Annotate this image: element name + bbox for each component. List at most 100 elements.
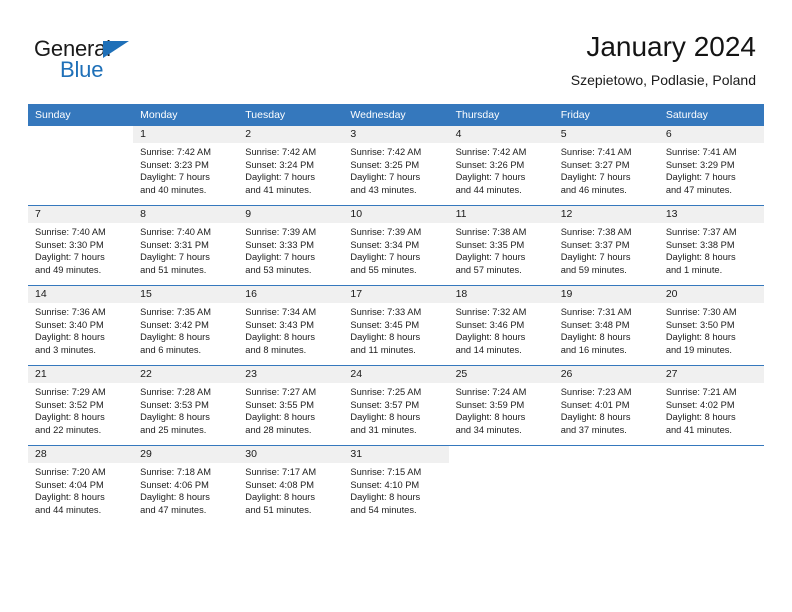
- calendar-day-cell[interactable]: 13 Sunrise: 7:37 AM Sunset: 3:38 PM Dayligh…: [658, 206, 764, 285]
- daylight-text-line1: Daylight: 7 hours: [560, 172, 631, 183]
- calendar-day-cell[interactable]: 11 Sunrise: 7:38 AM Sunset: 3:35 PM Dayligh…: [448, 206, 554, 285]
- calendar-day-cell[interactable]: 12 Sunrise: 7:38 AM Sunset: 3:37 PM Dayligh…: [553, 206, 659, 285]
- sunset-text: Sunset: 3:59 PM: [455, 399, 525, 410]
- daylight-text-line2: and 1 minute.: [665, 264, 723, 275]
- sunrise-text: Sunrise: 7:18 AM: [140, 467, 211, 477]
- calendar-day-cell[interactable]: 5 Sunrise: 7:41 AM Sunset: 3:27 PM Daylight…: [553, 126, 659, 205]
- day-details: [554, 463, 659, 466]
- calendar-day-cell[interactable]: 19 Sunrise: 7:31 AM Sunset: 3:48 PM Dayligh…: [553, 286, 659, 365]
- daylight-text-line1: Daylight: 8 hours: [35, 492, 105, 503]
- daylight-text-line2: and 59 minutes.: [560, 264, 627, 275]
- daylight-text-line2: and 41 minutes.: [665, 424, 732, 435]
- calendar-day-cell[interactable]: 27 Sunrise: 7:21 AM Sunset: 4:02 PM Dayligh…: [658, 366, 764, 445]
- daylight-text-line2: and 6 minutes.: [140, 344, 202, 355]
- sunrise-text: Sunrise: 7:31 AM: [560, 307, 632, 317]
- day-number: 15: [133, 286, 239, 303]
- daylight-text-line2: and 46 minutes.: [560, 184, 627, 195]
- day-number: 22: [133, 366, 239, 383]
- day-details: [28, 143, 133, 146]
- sunrise-text: Sunrise: 7:24 AM: [455, 387, 527, 397]
- calendar-day-cell[interactable]: 16 Sunrise: 7:34 AM Sunset: 3:43 PM Dayligh…: [238, 286, 344, 365]
- day-details: Sunrise: 7:15 AM Sunset: 4:10 PM Daylight:…: [343, 463, 448, 516]
- day-details: Sunrise: 7:35 AM Sunset: 3:42 PM Daylight:…: [133, 303, 238, 356]
- sunset-text: Sunset: 3:27 PM: [560, 159, 630, 170]
- calendar-day-cell[interactable]: 25 Sunrise: 7:24 AM Sunset: 3:59 PM Dayligh…: [448, 366, 554, 445]
- calendar-day-cell[interactable]: 24 Sunrise: 7:25 AM Sunset: 3:57 PM Dayligh…: [343, 366, 449, 445]
- calendar-empty-cell: [28, 126, 134, 205]
- day-details: Sunrise: 7:40 AM Sunset: 3:31 PM Daylight:…: [133, 223, 238, 276]
- day-cell-inner: 14 Sunrise: 7:36 AM Sunset: 3:40 PM Dayligh…: [28, 286, 134, 365]
- calendar-day-cell[interactable]: 3 Sunrise: 7:42 AM Sunset: 3:25 PM Daylight…: [343, 126, 449, 205]
- sunset-text: Sunset: 3:42 PM: [140, 319, 209, 330]
- sunset-text: Sunset: 4:06 PM: [140, 479, 209, 490]
- day-number: 17: [343, 286, 449, 303]
- calendar-day-cell[interactable]: 17 Sunrise: 7:33 AM Sunset: 3:45 PM Dayligh…: [343, 286, 449, 365]
- calendar-day-cell[interactable]: 15 Sunrise: 7:35 AM Sunset: 3:42 PM Dayligh…: [133, 286, 239, 365]
- sunset-text: Sunset: 3:30 PM: [35, 239, 104, 250]
- sunset-text: Sunset: 3:53 PM: [140, 399, 209, 410]
- sunset-text: Sunset: 3:25 PM: [350, 159, 420, 170]
- daylight-text-line1: Daylight: 8 hours: [350, 412, 421, 423]
- calendar-day-cell[interactable]: 29 Sunrise: 7:18 AM Sunset: 4:06 PM Dayligh…: [133, 446, 239, 525]
- page-title: January 2024: [586, 31, 756, 62]
- calendar-day-cell[interactable]: 14 Sunrise: 7:36 AM Sunset: 3:40 PM Dayligh…: [28, 286, 134, 365]
- day-number: 16: [238, 286, 344, 303]
- sunset-text: Sunset: 3:23 PM: [140, 159, 209, 170]
- daylight-text-line1: Daylight: 7 hours: [665, 172, 736, 183]
- calendar-day-cell[interactable]: 8 Sunrise: 7:40 AM Sunset: 3:31 PM Daylight…: [133, 206, 239, 285]
- sunset-text: Sunset: 3:43 PM: [245, 319, 315, 330]
- sunset-text: Sunset: 3:55 PM: [245, 399, 315, 410]
- sunset-text: Sunset: 3:33 PM: [245, 239, 315, 250]
- day-number: 30: [238, 446, 344, 463]
- calendar-day-cell[interactable]: 22 Sunrise: 7:28 AM Sunset: 3:53 PM Dayligh…: [133, 366, 239, 445]
- sunrise-text: Sunrise: 7:32 AM: [455, 307, 527, 317]
- daylight-text-line2: and 57 minutes.: [455, 264, 522, 275]
- calendar-day-cell[interactable]: 30 Sunrise: 7:17 AM Sunset: 4:08 PM Dayligh…: [238, 446, 344, 525]
- sunset-text: Sunset: 3:35 PM: [455, 239, 525, 250]
- weekday-header-wednesday: Wednesday: [343, 104, 449, 126]
- calendar-day-cell[interactable]: 7 Sunrise: 7:40 AM Sunset: 3:30 PM Daylight…: [28, 206, 134, 285]
- day-cell-inner: 20 Sunrise: 7:30 AM Sunset: 3:50 PM Dayligh…: [658, 286, 764, 365]
- calendar-day-cell[interactable]: 28 Sunrise: 7:20 AM Sunset: 4:04 PM Dayligh…: [28, 446, 134, 525]
- calendar-day-cell[interactable]: 31 Sunrise: 7:15 AM Sunset: 4:10 PM Dayligh…: [343, 446, 449, 525]
- calendar-day-cell[interactable]: 26 Sunrise: 7:23 AM Sunset: 4:01 PM Dayligh…: [553, 366, 659, 445]
- day-number: 2: [238, 126, 344, 143]
- daylight-text-line2: and 34 minutes.: [455, 424, 522, 435]
- sunset-text: Sunset: 3:46 PM: [455, 319, 525, 330]
- daylight-text-line1: Daylight: 7 hours: [350, 252, 421, 263]
- daylight-text-line2: and 31 minutes.: [350, 424, 417, 435]
- daylight-text-line2: and 51 minutes.: [140, 264, 207, 275]
- calendar-day-cell[interactable]: 2 Sunrise: 7:42 AM Sunset: 3:24 PM Daylight…: [238, 126, 344, 205]
- day-details: Sunrise: 7:21 AM Sunset: 4:02 PM Daylight:…: [659, 383, 764, 436]
- daylight-text-line1: Daylight: 8 hours: [350, 332, 421, 343]
- daylight-text-line1: Daylight: 7 hours: [140, 252, 210, 263]
- day-number: [554, 446, 659, 463]
- logo-triangle-icon: [103, 41, 129, 58]
- day-details: Sunrise: 7:20 AM Sunset: 4:04 PM Daylight:…: [28, 463, 133, 516]
- calendar-day-cell[interactable]: 6 Sunrise: 7:41 AM Sunset: 3:29 PM Daylight…: [658, 126, 764, 205]
- day-cell-inner: 3 Sunrise: 7:42 AM Sunset: 3:25 PM Daylight…: [343, 126, 449, 205]
- sunset-text: Sunset: 3:29 PM: [665, 159, 735, 170]
- sunset-text: Sunset: 3:48 PM: [560, 319, 630, 330]
- calendar-day-cell[interactable]: 1 Sunrise: 7:42 AM Sunset: 3:23 PM Daylight…: [133, 126, 239, 205]
- calendar-day-cell[interactable]: 9 Sunrise: 7:39 AM Sunset: 3:33 PM Daylight…: [238, 206, 344, 285]
- calendar-grid: Sunday Monday Tuesday Wednesday Thursday Frid…: [28, 104, 764, 525]
- calendar-day-cell[interactable]: 23 Sunrise: 7:27 AM Sunset: 3:55 PM Dayligh…: [238, 366, 344, 445]
- day-number: 13: [658, 206, 764, 223]
- calendar-day-cell[interactable]: 20 Sunrise: 7:30 AM Sunset: 3:50 PM Dayligh…: [658, 286, 764, 365]
- daylight-text-line2: and 53 minutes.: [245, 264, 312, 275]
- sunrise-text: Sunrise: 7:42 AM: [245, 147, 317, 157]
- daylight-text-line1: Daylight: 8 hours: [35, 332, 105, 343]
- calendar-day-cell[interactable]: 4 Sunrise: 7:42 AM Sunset: 3:26 PM Daylight…: [448, 126, 554, 205]
- calendar-day-cell[interactable]: 18 Sunrise: 7:32 AM Sunset: 3:46 PM Dayligh…: [448, 286, 554, 365]
- daylight-text-line1: Daylight: 8 hours: [455, 332, 526, 343]
- calendar-day-cell[interactable]: 21 Sunrise: 7:29 AM Sunset: 3:52 PM Dayligh…: [28, 366, 134, 445]
- day-details: [659, 463, 764, 466]
- daylight-text-line2: and 47 minutes.: [665, 184, 732, 195]
- sunrise-text: Sunrise: 7:36 AM: [35, 307, 106, 317]
- sunset-text: Sunset: 4:02 PM: [665, 399, 735, 410]
- day-number: 6: [658, 126, 764, 143]
- general-blue-logo[interactable]: General Blue: [34, 36, 164, 82]
- day-cell-inner: 12 Sunrise: 7:38 AM Sunset: 3:37 PM Dayligh…: [553, 206, 659, 285]
- calendar-day-cell[interactable]: 10 Sunrise: 7:39 AM Sunset: 3:34 PM Dayligh…: [343, 206, 449, 285]
